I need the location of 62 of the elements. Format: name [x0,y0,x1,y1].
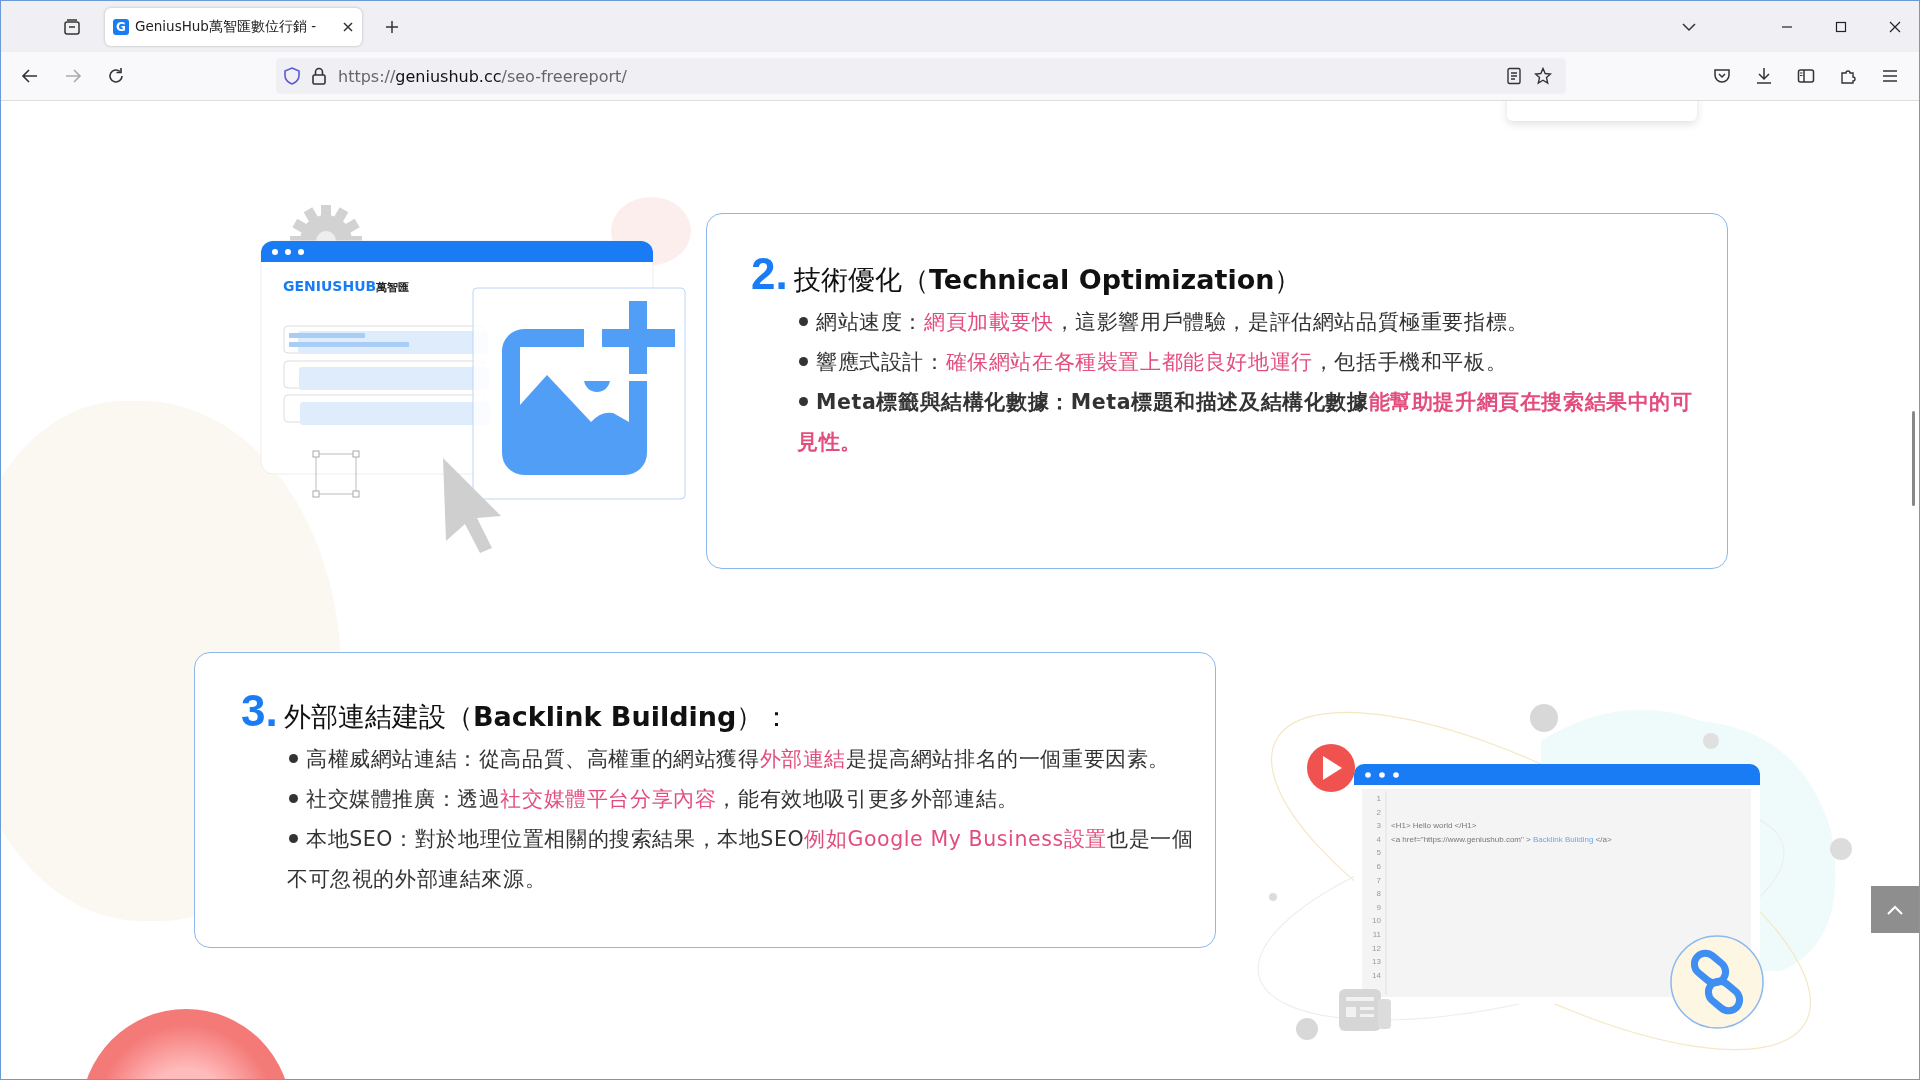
url-text: https://geniushub.cc/seo-freereport/ [338,66,627,86]
bullet-text: 社交媒體推廣：透過社交媒體平台分享內容，能有效地吸引更多外部連結。 [287,779,1199,819]
section-title: 外部連結建設（Backlink Building）： [284,700,791,734]
back-icon[interactable] [21,67,39,85]
line-number: 4 [1376,834,1381,844]
chevron-down-icon[interactable] [1681,21,1697,32]
sidebar-icon[interactable] [1797,67,1815,85]
close-icon[interactable] [1889,20,1901,33]
code-line: <a href="https://www.geniushub.com" > Backlink Building </a> [1391,834,1612,844]
close-icon[interactable] [342,20,354,33]
bullet-text: 高權威網站連結：從高品質、高權重的網站獲得外部連結是提高網站排名的一個重要因素。 [287,739,1199,779]
line-number: 14 [1372,970,1381,980]
shield-icon[interactable] [284,67,300,85]
code-line: <H1> Hello world </H1> [1391,821,1477,831]
bullet-text: 網站速度：網頁加載要快，這影響用戶體驗，是評估網站品質極重要指標。 [797,302,1711,342]
puzzle-icon[interactable] [1839,67,1857,85]
favicon: G [113,18,129,35]
selection-box-icon [312,450,360,498]
browser-tab[interactable]: G GeniusHub萬智匯數位行銷 - [105,7,362,46]
image-add-icon [502,301,675,475]
link-icon [1670,935,1764,1029]
newspaper-icon [1339,989,1391,1031]
address-bar[interactable]: https://geniushub.cc/seo-freereport/ [276,58,1566,94]
node-dot [1703,733,1719,749]
tab-title: GeniusHub萬智匯數位行銷 - [135,17,318,36]
logo-text: GENIUSHUB萬智匯 [283,278,410,294]
line-number: 11 [1372,930,1381,939]
lock-icon[interactable] [312,67,326,85]
scrollbar-thumb[interactable] [1912,411,1915,506]
line-number: 8 [1376,889,1381,899]
line-number: 12 [1372,943,1381,953]
section-number: 2. [751,252,789,296]
reload-icon[interactable] [107,67,125,85]
line-number: 13 [1372,957,1381,967]
line-number: 3 [1376,821,1381,831]
new-tab-icon[interactable] [384,18,400,35]
star-icon[interactable] [1534,67,1552,85]
section-title: 技術優化（Technical Optimization） [794,263,1302,297]
section-number: 3. [241,689,279,733]
bullet-text: Meta標籤與結構化數據：Meta標題和描述及結構化數據能幫助提升網頁在搜索結果中的可見性。 [797,389,1694,456]
menu-icon[interactable] [1881,67,1899,85]
reader-view-icon[interactable] [1506,67,1522,85]
maximize-icon[interactable] [1835,20,1847,33]
line-number: 5 [1376,848,1381,858]
line-number: 2 [1376,807,1381,817]
line-number: 9 [1376,902,1381,912]
node-dot [1296,1018,1318,1040]
download-icon[interactable] [1755,67,1773,85]
pocket-icon[interactable] [1713,67,1731,85]
chevron-up-icon [1887,904,1903,915]
line-number: 10 [1372,916,1381,926]
node-dot [1830,838,1852,860]
line-number: 1 [1376,794,1381,803]
tab-list-icon[interactable] [63,17,81,36]
node-dot [1530,704,1558,732]
node-dot [1269,893,1277,901]
line-number: 6 [1376,862,1381,871]
play-icon [1307,744,1355,792]
bullet-text: 本地SEO：對於地理位置相關的搜索結果，本地SEO例如Google My Business設置也是一個不可忽視的外部連結來源。 [287,826,1195,893]
bullet-text: 響應式設計：確保網站在各種裝置上都能良好地運行，包括手機和平板。 [797,342,1711,382]
line-number: 7 [1376,875,1381,885]
cursor-icon [443,458,501,553]
